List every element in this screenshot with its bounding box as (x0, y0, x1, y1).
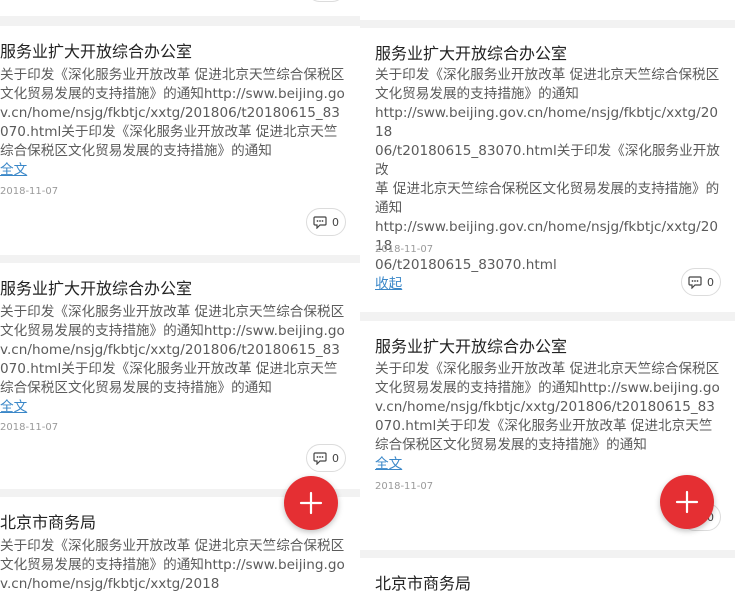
comment-count: 0 (332, 215, 339, 229)
card-title: 服务业扩大开放综合办公室 (375, 44, 568, 63)
card-body-text: 关于印发《深化服务业开放改革 促进北京天竺综合保税区文化贸易发展的支持措施》的通… (0, 304, 345, 396)
collapse-link[interactable]: 收起 (375, 275, 721, 294)
expand-link[interactable]: 全文 (0, 398, 348, 417)
card-date: 2018-11-07 (0, 422, 59, 433)
feed-card[interactable]: 服务业扩大开放综合办公室 关于印发《深化服务业开放改革 促进北京天竺综合保税区 … (360, 28, 735, 312)
comment-icon (313, 451, 327, 465)
body-line: 关于印发《深化服务业开放改革 促进北京天竺综合保税区 (375, 67, 720, 83)
card-title: 服务业扩大开放综合办公室 (0, 279, 193, 298)
comment-button[interactable] (306, 0, 346, 2)
right-feed-panel[interactable]: 服务业扩大开放综合办公室 关于印发《深化服务业开放改革 促进北京天竺综合保税区 … (360, 0, 735, 595)
comment-button[interactable]: 0 (306, 444, 346, 472)
comment-button[interactable]: 0 (306, 208, 346, 236)
feed-card[interactable]: 服务业扩大开放综合办公室 关于印发《深化服务业开放改革 促进北京天竺综合保税区文… (0, 263, 360, 489)
comment-count: 0 (332, 451, 339, 465)
screenshot-stage: 服务业扩大开放综合办公室 关于印发《深化服务业开放改革 促进北京天竺综合保税区文… (0, 0, 735, 595)
card-date: 2018-11-07 (0, 186, 59, 197)
body-line: 06/t20180615_83070.html (375, 257, 557, 273)
card-title: 服务业扩大开放综合办公室 (0, 42, 193, 61)
left-feed-panel[interactable]: 服务业扩大开放综合办公室 关于印发《深化服务业开放改革 促进北京天竺综合保税区文… (0, 0, 360, 595)
comment-count: 0 (707, 275, 714, 289)
add-post-button[interactable] (284, 476, 338, 530)
card-title: 北京市商务局 (375, 574, 472, 593)
expand-link[interactable]: 全文 (375, 455, 721, 474)
card-body-text: 关于印发《深化服务业开放改革 促进北京天竺综合保税区文化贸易发展的支持措施》的通… (0, 67, 345, 159)
card-body: 关于印发《深化服务业开放改革 促进北京天竺综合保税区 文化贸易发展的支持措施》的… (375, 66, 721, 294)
body-line: 通知 (375, 200, 403, 216)
body-line: http://sww.beijing.gov.cn/home/nsjg/fkbt… (375, 105, 719, 140)
card-title: 服务业扩大开放综合办公室 (375, 337, 568, 356)
card-body: 关于印发《深化服务业开放改革 促进北京天竺综合保税区文化贸易发展的支持措施》的通… (0, 303, 348, 417)
feed-card-partial (0, 0, 360, 16)
comment-button[interactable]: 0 (681, 268, 721, 296)
card-date: 2018-11-07 (375, 244, 434, 254)
expand-link[interactable]: 全文 (0, 161, 348, 180)
add-post-button[interactable] (660, 475, 714, 529)
feed-card[interactable]: 北京市商务局 (360, 558, 735, 595)
plus-icon (675, 490, 699, 514)
feed-card[interactable]: 服务业扩大开放综合办公室 关于印发《深化服务业开放改革 促进北京天竺综合保税区文… (0, 26, 360, 255)
body-line: 06/t20180615_83070.html关于印发《深化服务业开放改 (375, 143, 720, 178)
feed-card-partial (360, 0, 735, 20)
plus-icon (299, 491, 323, 515)
card-date: 2018-11-07 (375, 481, 434, 492)
card-body-text: 关于印发《深化服务业开放改革 促进北京天竺综合保税区文化贸易发展的支持措施》的通… (0, 538, 345, 592)
card-body-text: 关于印发《深化服务业开放改革 促进北京天竺综合保税区文化贸易发展的支持措施》的通… (375, 361, 720, 453)
card-title: 北京市商务局 (0, 513, 97, 532)
body-line: 革 促进北京天竺综合保税区文化贸易发展的支持措施》的 (375, 181, 720, 197)
card-body: 关于印发《深化服务业开放改革 促进北京天竺综合保税区文化贸易发展的支持措施》的通… (375, 360, 721, 474)
comment-icon (313, 215, 327, 229)
body-line: 文化贸易发展的支持措施》的通知 (375, 86, 579, 102)
comment-icon (688, 275, 702, 289)
card-body: 关于印发《深化服务业开放改革 促进北京天竺综合保税区文化贸易发展的支持措施》的通… (0, 537, 348, 594)
card-body: 关于印发《深化服务业开放改革 促进北京天竺综合保税区文化贸易发展的支持措施》的通… (0, 66, 348, 180)
